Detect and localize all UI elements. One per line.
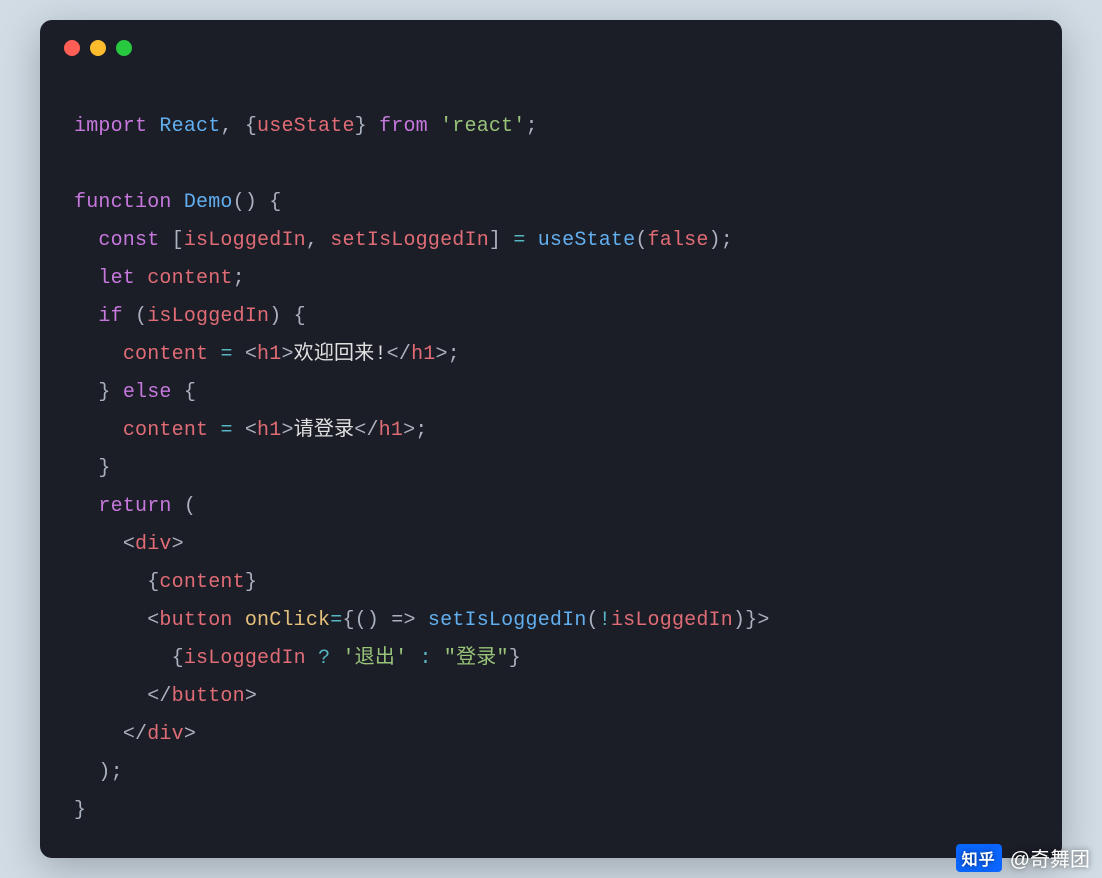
ident-usestate: useState [257,115,355,138]
str-react: 'react' [440,115,525,138]
watermark-author: @奇舞团 [1010,843,1090,872]
code-block: import React, {useState} from 'react'; f… [40,56,1062,858]
str-login: "登录" [444,647,509,670]
ident-react: React [159,115,220,138]
jsx-text-login: 请登录 [294,419,355,442]
watermark: 知乎 @奇舞团 [956,843,1090,872]
kw-import: import [74,115,147,138]
attr-onclick: onClick [245,609,330,632]
code-editor-window: import React, {useState} from 'react'; f… [40,20,1062,858]
zhihu-logo-icon: 知乎 [956,844,1002,872]
call-usestate: useState [538,229,636,252]
minimize-icon[interactable] [90,40,106,56]
kw-function: function [74,191,172,214]
bool-false: false [648,229,709,252]
jsx-text-welcome: 欢迎回来! [294,343,387,366]
fn-demo: Demo [184,191,233,214]
close-icon[interactable] [64,40,80,56]
str-logout: '退出' [342,647,407,670]
window-traffic-lights [40,20,1062,56]
zoom-icon[interactable] [116,40,132,56]
